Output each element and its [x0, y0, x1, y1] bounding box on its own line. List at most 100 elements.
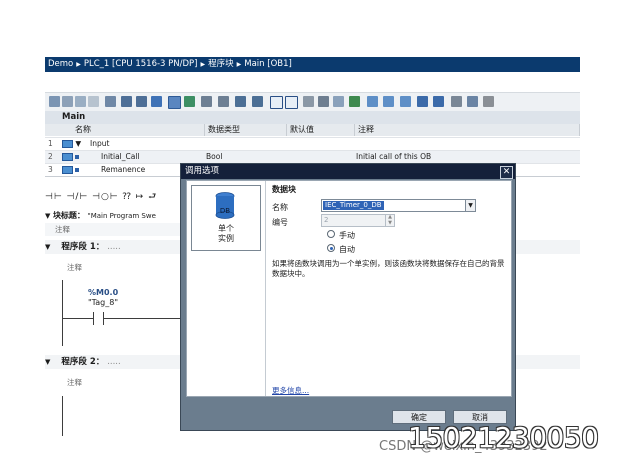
row-type: Bool: [206, 152, 223, 161]
toolbar-icon[interactable]: [201, 96, 212, 107]
section-title: 数据块: [272, 185, 296, 194]
tile-label: 单个 实例: [218, 224, 234, 243]
contact-address: %M0.0: [88, 288, 119, 297]
toolbar-icon[interactable]: [483, 96, 494, 107]
breadcrumb-item-plc[interactable]: PLC_1 [CPU 1516-3 PN/DP]: [84, 57, 198, 72]
dialog-body: DB 单个 实例 数据块 名称 IEC_Timer_0_DB ▼ 编号 2 ▲ ▼…: [186, 180, 512, 397]
db-name-combobox[interactable]: IEC_Timer_0_DB ▼: [321, 199, 476, 212]
toolbar-icon[interactable]: [235, 96, 246, 107]
call-options-dialog: 调用选项 ✕ DB 单个 实例 数据块 名称 IEC_Timer_0_DB ▼ …: [180, 163, 516, 431]
toolbar-icon[interactable]: [333, 96, 344, 107]
row-number: 3: [48, 165, 53, 174]
data-block-settings: 数据块 名称 IEC_Timer_0_DB ▼ 编号 2 ▲ ▼ 手动 自动 如果…: [267, 181, 511, 396]
toolbar-icon[interactable]: [121, 96, 132, 107]
phone-watermark: 15021230050: [408, 421, 599, 454]
chevron-right-icon: ▶: [236, 61, 242, 68]
network-2-title: 程序段 2：: [61, 357, 105, 367]
db-number-field: 2 ▲ ▼: [321, 214, 395, 227]
column-header-default[interactable]: 默认值: [287, 124, 355, 136]
network-1-dots: .....: [107, 242, 121, 252]
toolbar-icon[interactable]: [151, 96, 162, 107]
toolbar-icon[interactable]: [433, 96, 444, 107]
column-header-comment[interactable]: 注释: [355, 124, 580, 136]
chevron-right-icon: ▶: [76, 61, 81, 68]
collapse-arrow-icon[interactable]: ▼: [45, 212, 50, 220]
row-number: 2: [48, 152, 53, 161]
radio-manual-label[interactable]: 手动: [339, 230, 355, 241]
column-header-name[interactable]: 名称: [45, 124, 205, 136]
close-icon[interactable]: ✕: [500, 166, 513, 179]
toolbar-icon[interactable]: [467, 96, 478, 107]
toolbar-icon[interactable]: [349, 96, 360, 107]
collapse-arrow-icon[interactable]: ▼: [45, 243, 50, 251]
rung-line: [103, 318, 180, 319]
toolbar-icon[interactable]: [62, 96, 73, 107]
block-title-value[interactable]: "Main Program Swe: [87, 212, 155, 220]
radio-manual[interactable]: [327, 230, 335, 238]
row-name: Remanence: [101, 165, 146, 174]
input-var-icon: [62, 164, 80, 176]
breadcrumb-item-main[interactable]: Main [OB1]: [244, 57, 292, 72]
row-comment: Initial call of this OB: [356, 152, 432, 161]
name-label: 名称: [272, 203, 288, 212]
toolbar-icon[interactable]: [270, 96, 283, 109]
more-info-link[interactable]: 更多信息...: [272, 385, 309, 396]
spinner-icon: ▲ ▼: [385, 214, 394, 226]
description-text: 如果将函数块调用为一个单实例，则该函数块将数据保存在自己的背景数据块中。: [272, 259, 505, 278]
db-icon-text: DB: [220, 207, 230, 215]
toolbar-icon[interactable]: [318, 96, 329, 107]
chevron-right-icon: ▶: [200, 61, 206, 68]
toolbar-icon[interactable]: [285, 96, 298, 109]
contact-left-bar[interactable]: [93, 312, 94, 325]
instance-type-pane: DB 单个 实例: [187, 181, 266, 396]
row-number: 1: [48, 139, 53, 148]
block-comment[interactable]: 注释: [45, 223, 185, 236]
single-instance-tile[interactable]: DB 单个 实例: [191, 185, 261, 251]
column-header-type[interactable]: 数据类型: [205, 124, 287, 136]
contact-tag[interactable]: "Tag_8": [88, 298, 118, 307]
toolbar-icon[interactable]: [451, 96, 462, 107]
toolbar-icon[interactable]: [49, 96, 60, 107]
data-block-icon: DB: [215, 192, 235, 219]
breadcrumb: Demo ▶ PLC_1 [CPU 1516-3 PN/DP] ▶ 程序块 ▶ Main […: [45, 57, 580, 72]
lad-toolbar[interactable]: ⊣⊢ ⊣/⊢ ⊣○⊢ ⁇ ↦ ⮐: [45, 189, 185, 207]
toolbar-icon[interactable]: [303, 96, 314, 107]
toolbar-icon[interactable]: [417, 96, 428, 107]
network-1-title: 程序段 1：: [61, 242, 105, 252]
input-var-icon: [62, 151, 80, 163]
power-rail: [62, 280, 63, 346]
toolbar-icon[interactable]: [75, 96, 86, 107]
toolbar-icon[interactable]: [105, 96, 116, 107]
dialog-title: 调用选项: [181, 164, 515, 179]
toolbar-icon[interactable]: [88, 96, 99, 107]
breadcrumb-item-blocks[interactable]: 程序块: [208, 57, 234, 72]
editor-toolbar: [45, 92, 580, 112]
toolbar-icon[interactable]: [218, 96, 229, 107]
collapse-arrow-icon[interactable]: ▼: [45, 358, 50, 366]
toolbar-icon[interactable]: [383, 96, 394, 107]
rung-line: [62, 318, 93, 319]
breadcrumb-item-project[interactable]: Demo: [48, 57, 73, 72]
block-title-row: ▼ 块标题： "Main Program Swe: [45, 210, 185, 223]
number-label: 编号: [272, 218, 288, 227]
row-name: Initial_Call: [101, 152, 140, 161]
radio-auto[interactable]: [327, 244, 335, 252]
network-2-header[interactable]: ▼ 程序段 2： .....: [45, 356, 180, 369]
toolbar-icon[interactable]: [184, 96, 195, 107]
db-number-value: 2: [324, 216, 329, 224]
block-title-label: 块标题：: [52, 211, 85, 220]
network-2-comment[interactable]: 注释: [45, 376, 185, 389]
network-1-comment[interactable]: 注释: [45, 261, 185, 274]
table-row[interactable]: 2 Initial_Call Bool Initial call of this…: [45, 150, 580, 163]
network-2-dots: .....: [107, 357, 121, 367]
chevron-down-icon[interactable]: ▼: [465, 200, 475, 211]
toolbar-icon[interactable]: [136, 96, 147, 107]
toolbar-icon[interactable]: [400, 96, 411, 107]
table-row[interactable]: 1 ▼ Input: [45, 137, 580, 150]
db-name-value[interactable]: IEC_Timer_0_DB: [323, 201, 384, 210]
toolbar-icon[interactable]: [168, 96, 181, 109]
toolbar-icon[interactable]: [367, 96, 378, 107]
network-1-header[interactable]: ▼ 程序段 1： .....: [45, 241, 180, 254]
radio-auto-label[interactable]: 自动: [339, 244, 355, 255]
toolbar-icon[interactable]: [252, 96, 263, 107]
